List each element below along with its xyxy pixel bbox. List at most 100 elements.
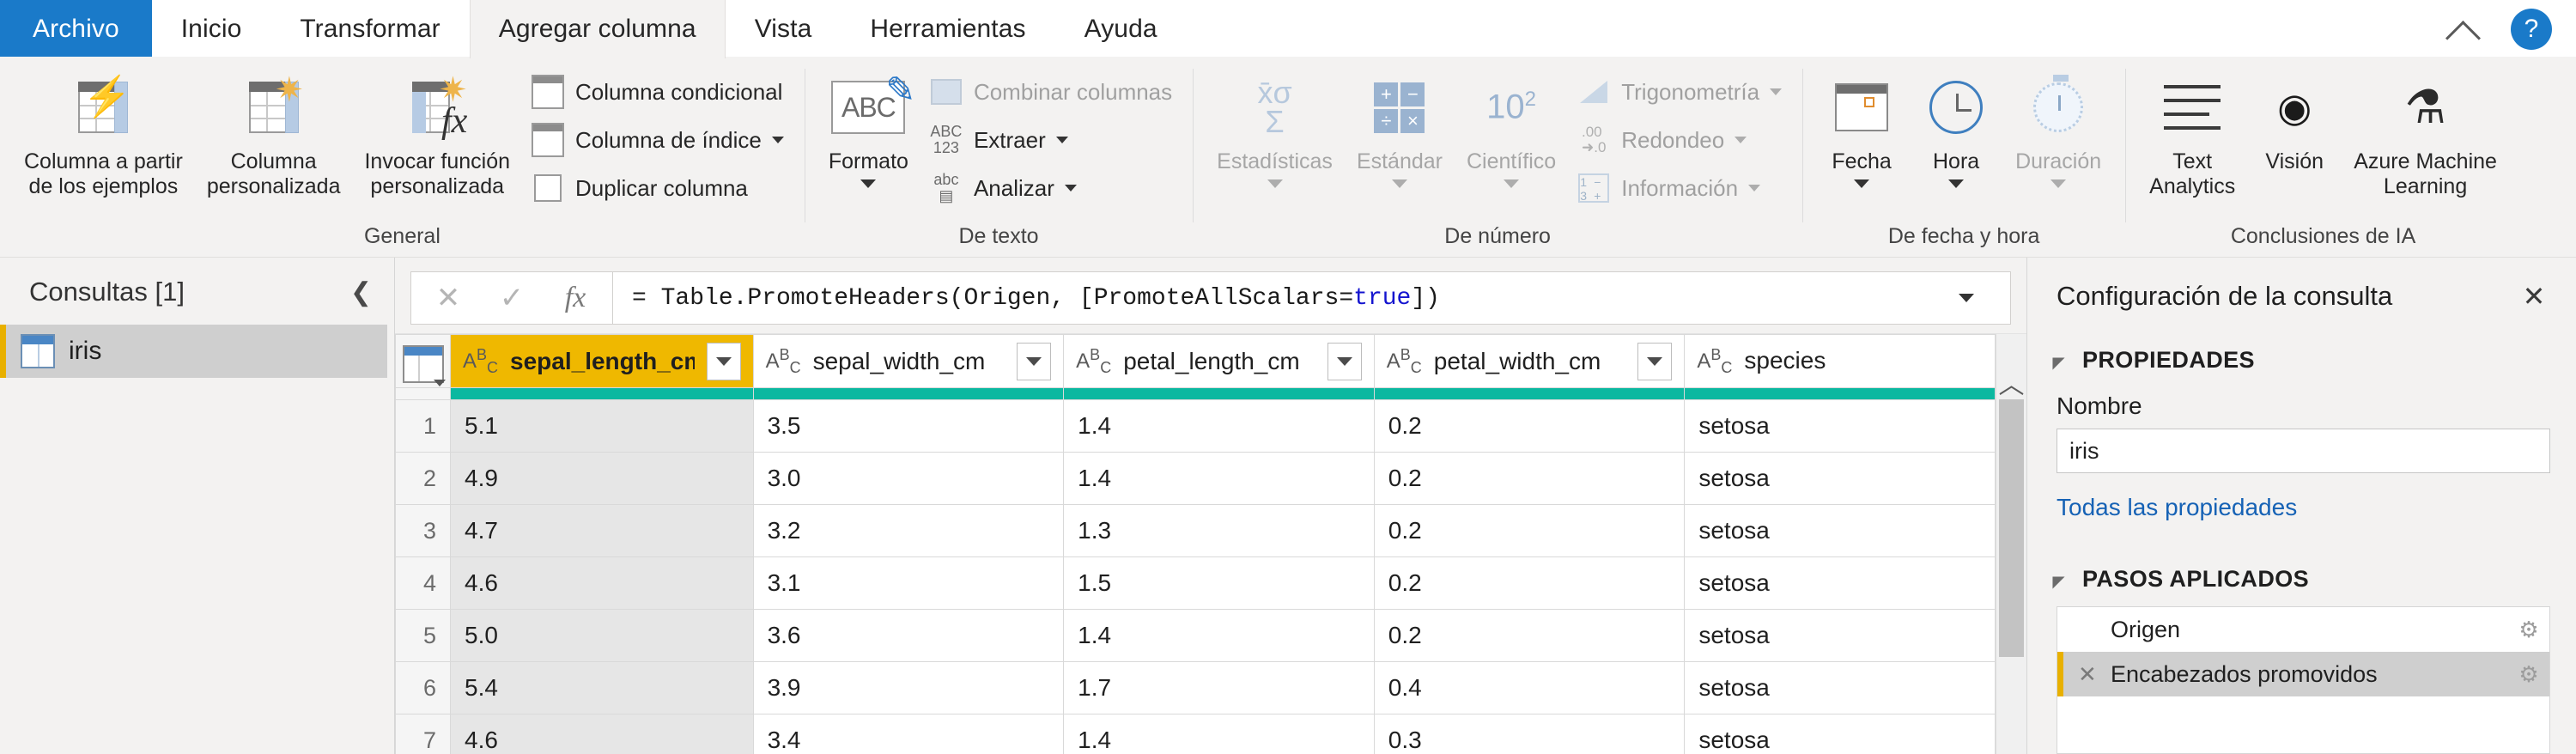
table-row[interactable]: 2 4.9 3.0 1.4 0.2 setosa: [395, 452, 1996, 505]
cell[interactable]: setosa: [1684, 399, 1996, 453]
applied-steps-section-header[interactable]: PASOS APLICADOS: [2027, 521, 2576, 593]
button-fecha[interactable]: Fecha: [1814, 65, 1909, 188]
gear-icon[interactable]: ⚙: [2508, 617, 2549, 643]
tab-ayuda[interactable]: Ayuda: [1055, 0, 1187, 58]
cell[interactable]: 3.6: [752, 609, 1065, 662]
cell[interactable]: setosa: [1684, 714, 1996, 754]
button-columna-personalizada[interactable]: ✷ Columna personalizada: [195, 65, 353, 199]
table-row[interactable]: 7 4.6 3.4 1.4 0.3 setosa: [395, 714, 1996, 754]
applied-step-encabezados-promovidos[interactable]: ✕ Encabezados promovidos ⚙: [2057, 652, 2549, 696]
cell[interactable]: 5.1: [450, 399, 754, 453]
button-vision[interactable]: ◉ Visión: [2247, 65, 2342, 174]
name-input[interactable]: iris: [2057, 429, 2550, 473]
cell[interactable]: 1.3: [1063, 504, 1375, 557]
step-delete-icon[interactable]: ✕: [2078, 661, 2111, 688]
cell[interactable]: 1.4: [1063, 609, 1375, 662]
tab-archivo[interactable]: Archivo: [0, 0, 152, 58]
cell[interactable]: setosa: [1684, 609, 1996, 662]
button-duplicar-columna[interactable]: Duplicar columna: [522, 168, 793, 208]
tab-inicio[interactable]: Inicio: [152, 0, 271, 58]
table-row[interactable]: 5 5.0 3.6 1.4 0.2 setosa: [395, 609, 1996, 662]
cell[interactable]: 4.7: [450, 504, 754, 557]
cell[interactable]: 1.7: [1063, 661, 1375, 714]
collapse-ribbon-icon[interactable]: [2444, 10, 2482, 48]
chevron-down-icon[interactable]: [1770, 88, 1783, 95]
cell[interactable]: 1.4: [1063, 714, 1375, 754]
button-estandar[interactable]: + − ÷ × Estándar: [1345, 65, 1455, 188]
check-icon[interactable]: ✓: [480, 272, 544, 324]
button-formato[interactable]: ABC ✎ Formato: [817, 65, 920, 188]
column-header-species[interactable]: ABC species: [1684, 334, 1996, 388]
button-invocar-funcion-personalizada[interactable]: ✷ fx Invocar función personalizada: [352, 65, 522, 199]
button-redondeo[interactable]: .00 ➜.0 Redondeo: [1568, 120, 1790, 160]
chevron-down-icon[interactable]: [1064, 185, 1077, 192]
grid-vertical-scrollbar[interactable]: ︿: [1996, 334, 2026, 754]
tab-transformar[interactable]: Transformar: [270, 0, 469, 58]
cell[interactable]: 5.4: [450, 661, 754, 714]
cell[interactable]: 4.9: [450, 452, 754, 505]
scrollbar-thumb[interactable]: [1999, 399, 2024, 657]
cell[interactable]: 0.2: [1373, 556, 1686, 610]
chevron-down-icon[interactable]: [1735, 137, 1747, 143]
chevron-down-icon[interactable]: [771, 137, 784, 143]
chevron-left-icon[interactable]: ❮: [350, 277, 372, 307]
button-columna-condicional[interactable]: Columna condicional: [522, 72, 793, 112]
select-all-table-icon[interactable]: [395, 334, 451, 388]
button-hora[interactable]: Hora: [1909, 65, 2003, 188]
cell[interactable]: 3.1: [752, 556, 1065, 610]
tab-agregar-columna[interactable]: Agregar columna: [469, 0, 726, 58]
properties-section-header[interactable]: PROPIEDADES: [2027, 313, 2576, 374]
chevron-down-icon[interactable]: [1267, 179, 1283, 188]
cancel-x-icon[interactable]: ✕: [416, 272, 480, 324]
chevron-down-icon[interactable]: [1748, 185, 1761, 192]
formula-input[interactable]: = Table.PromoteHeaders(Origen, [PromoteA…: [613, 271, 2011, 325]
cell[interactable]: 3.9: [752, 661, 1065, 714]
table-row[interactable]: 4 4.6 3.1 1.5 0.2 setosa: [395, 556, 1996, 610]
cell[interactable]: setosa: [1684, 556, 1996, 610]
button-estadisticas[interactable]: x̄σ Σ Estadísticas: [1205, 65, 1345, 188]
cell[interactable]: 0.3: [1373, 714, 1686, 754]
gear-icon[interactable]: ⚙: [2508, 661, 2549, 688]
chevron-down-icon[interactable]: [1854, 179, 1870, 188]
tab-vista[interactable]: Vista: [726, 0, 841, 58]
cell[interactable]: 3.2: [752, 504, 1065, 557]
cell[interactable]: 4.6: [450, 714, 754, 754]
cell[interactable]: 3.0: [752, 452, 1065, 505]
button-trigonometria[interactable]: Trigonometría: [1568, 72, 1790, 112]
column-header-petal-width-cm[interactable]: ABC petal_width_cm: [1373, 334, 1686, 388]
column-header-petal-length-cm[interactable]: ABC petal_length_cm: [1063, 334, 1375, 388]
table-row[interactable]: 6 5.4 3.9 1.7 0.4 setosa: [395, 661, 1996, 714]
cell[interactable]: setosa: [1684, 504, 1996, 557]
button-analizar[interactable]: abc ▤ Analizar: [920, 168, 1181, 208]
cell[interactable]: 0.4: [1373, 661, 1686, 714]
cell[interactable]: 0.2: [1373, 452, 1686, 505]
all-properties-link[interactable]: Todas las propiedades: [2027, 473, 2576, 521]
column-filter-button[interactable]: [1327, 342, 1362, 380]
button-informacion[interactable]: 1−3 + Información: [1568, 168, 1790, 208]
close-x-icon[interactable]: ✕: [2516, 280, 2552, 313]
chevron-up-icon[interactable]: ︿: [1996, 363, 2026, 401]
chevron-down-icon[interactable]: [1941, 294, 1991, 302]
table-row[interactable]: 1 5.1 3.5 1.4 0.2 setosa: [395, 399, 1996, 453]
button-cientifico[interactable]: 102 Científico: [1455, 65, 1568, 188]
cell[interactable]: 0.2: [1373, 504, 1686, 557]
chevron-down-icon[interactable]: [2050, 179, 2067, 188]
tab-herramientas[interactable]: Herramientas: [841, 0, 1054, 58]
chevron-down-icon[interactable]: [860, 179, 877, 188]
cell[interactable]: 3.4: [752, 714, 1065, 754]
column-filter-button[interactable]: [706, 342, 741, 380]
button-duracion[interactable]: Duración: [2003, 65, 2113, 188]
chevron-down-icon[interactable]: [1391, 179, 1407, 188]
fx-icon[interactable]: fx: [544, 272, 607, 324]
cell[interactable]: setosa: [1684, 661, 1996, 714]
help-icon[interactable]: ?: [2511, 9, 2552, 50]
button-text-analytics[interactable]: Text Analytics: [2137, 65, 2247, 199]
table-row[interactable]: 3 4.7 3.2 1.3 0.2 setosa: [395, 504, 1996, 557]
chevron-down-icon[interactable]: [1504, 179, 1520, 188]
button-combinar-columnas[interactable]: Combinar columnas: [920, 72, 1181, 112]
button-columna-de-indice[interactable]: Columna de índice: [522, 120, 793, 160]
applied-step-origen[interactable]: Origen ⚙: [2057, 607, 2549, 652]
column-header-sepal-width-cm[interactable]: ABC sepal_width_cm: [752, 334, 1065, 388]
cell[interactable]: setosa: [1684, 452, 1996, 505]
chevron-down-icon[interactable]: [1948, 179, 1965, 188]
